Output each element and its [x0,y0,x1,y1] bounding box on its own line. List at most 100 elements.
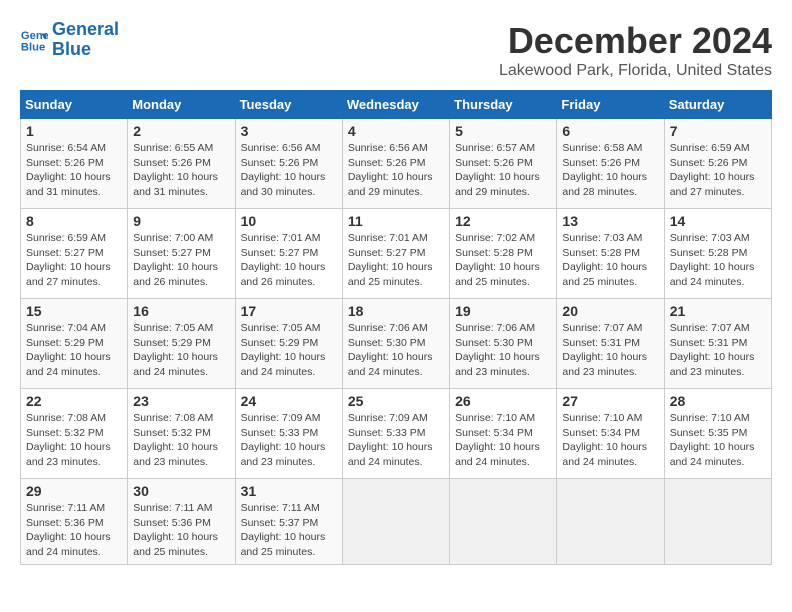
calendar-cell: 20Sunrise: 7:07 AM Sunset: 5:31 PM Dayli… [557,299,664,389]
calendar-cell: 9 Sunrise: 7:00 AM Sunset: 5:27 PM Daylig… [128,209,235,299]
day-info: Sunrise: 6:57 AM Sunset: 5:26 PM Dayligh… [455,141,551,200]
calendar-week-row: 29Sunrise: 7:11 AM Sunset: 5:36 PM Dayli… [21,479,772,565]
calendar-cell [664,479,771,565]
calendar-cell: 26Sunrise: 7:10 AM Sunset: 5:34 PM Dayli… [450,389,557,479]
day-info: Sunrise: 6:59 AM Sunset: 5:27 PM Dayligh… [26,231,122,290]
weekday-header: Wednesday [342,91,449,119]
calendar-cell: 12 Sunrise: 7:02 AM Sunset: 5:28 PM Dayli… [450,209,557,299]
calendar-cell: 28Sunrise: 7:10 AM Sunset: 5:35 PM Dayli… [664,389,771,479]
day-info: Sunrise: 7:06 AM Sunset: 5:30 PM Dayligh… [455,321,551,380]
day-info: Sunrise: 7:03 AM Sunset: 5:28 PM Dayligh… [670,231,766,290]
day-number: 11 [348,213,444,229]
weekday-header: Monday [128,91,235,119]
day-number: 20 [562,303,658,319]
weekday-header: Tuesday [235,91,342,119]
day-info: Sunrise: 7:08 AM Sunset: 5:32 PM Dayligh… [133,411,229,470]
day-number: 12 [455,213,551,229]
day-number: 27 [562,393,658,409]
weekday-header: Thursday [450,91,557,119]
calendar-table: SundayMondayTuesdayWednesdayThursdayFrid… [20,90,772,565]
weekday-header: Saturday [664,91,771,119]
day-info: Sunrise: 6:54 AM Sunset: 5:26 PM Dayligh… [26,141,122,200]
day-info: Sunrise: 7:08 AM Sunset: 5:32 PM Dayligh… [26,411,122,470]
calendar-cell: 4 Sunrise: 6:56 AM Sunset: 5:26 PM Daylig… [342,119,449,209]
calendar-cell [342,479,449,565]
calendar-week-row: 22Sunrise: 7:08 AM Sunset: 5:32 PM Dayli… [21,389,772,479]
day-info: Sunrise: 7:11 AM Sunset: 5:36 PM Dayligh… [26,501,122,560]
day-info: Sunrise: 7:03 AM Sunset: 5:28 PM Dayligh… [562,231,658,290]
header: General Blue GeneralBlue December 2024 L… [20,20,772,80]
day-info: Sunrise: 6:59 AM Sunset: 5:26 PM Dayligh… [670,141,766,200]
day-number: 14 [670,213,766,229]
day-number: 17 [241,303,337,319]
day-number: 15 [26,303,122,319]
calendar-cell: 18 Sunrise: 7:06 AM Sunset: 5:30 PM Dayli… [342,299,449,389]
calendar-cell: 3 Sunrise: 6:56 AM Sunset: 5:26 PM Daylig… [235,119,342,209]
day-number: 10 [241,213,337,229]
calendar-cell: 29Sunrise: 7:11 AM Sunset: 5:36 PM Dayli… [21,479,128,565]
calendar-cell: 21 Sunrise: 7:07 AM Sunset: 5:31 PM Dayli… [664,299,771,389]
day-number: 6 [562,123,658,139]
calendar-cell: 27 Sunrise: 7:10 AM Sunset: 5:34 PM Dayli… [557,389,664,479]
calendar-cell: 7 Sunrise: 6:59 AM Sunset: 5:26 PM Daylig… [664,119,771,209]
day-number: 3 [241,123,337,139]
day-info: Sunrise: 7:00 AM Sunset: 5:27 PM Dayligh… [133,231,229,290]
calendar-cell: 16Sunrise: 7:05 AM Sunset: 5:29 PM Dayli… [128,299,235,389]
day-number: 8 [26,213,122,229]
day-number: 31 [241,483,337,499]
calendar-cell: 31 Sunrise: 7:11 AM Sunset: 5:37 PM Dayli… [235,479,342,565]
calendar-cell: 25 Sunrise: 7:09 AM Sunset: 5:33 PM Dayli… [342,389,449,479]
svg-text:Blue: Blue [21,41,45,53]
weekday-header-row: SundayMondayTuesdayWednesdayThursdayFrid… [21,91,772,119]
day-info: Sunrise: 6:55 AM Sunset: 5:26 PM Dayligh… [133,141,229,200]
calendar-cell: 19 Sunrise: 7:06 AM Sunset: 5:30 PM Dayli… [450,299,557,389]
day-info: Sunrise: 7:11 AM Sunset: 5:36 PM Dayligh… [133,501,229,560]
day-number: 24 [241,393,337,409]
day-number: 2 [133,123,229,139]
title-section: December 2024 Lakewood Park, Florida, Un… [499,20,772,80]
calendar-cell: 15Sunrise: 7:04 AM Sunset: 5:29 PM Dayli… [21,299,128,389]
day-number: 13 [562,213,658,229]
day-number: 25 [348,393,444,409]
calendar-cell: 14 Sunrise: 7:03 AM Sunset: 5:28 PM Dayli… [664,209,771,299]
day-info: Sunrise: 6:56 AM Sunset: 5:26 PM Dayligh… [241,141,337,200]
calendar-subtitle: Lakewood Park, Florida, United States [499,62,772,80]
day-number: 18 [348,303,444,319]
day-info: Sunrise: 7:05 AM Sunset: 5:29 PM Dayligh… [133,321,229,380]
day-info: Sunrise: 7:02 AM Sunset: 5:28 PM Dayligh… [455,231,551,290]
day-number: 19 [455,303,551,319]
day-number: 30 [133,483,229,499]
day-number: 4 [348,123,444,139]
day-number: 21 [670,303,766,319]
day-info: Sunrise: 7:01 AM Sunset: 5:27 PM Dayligh… [241,231,337,290]
calendar-cell: 11Sunrise: 7:01 AM Sunset: 5:27 PM Dayli… [342,209,449,299]
logo: General Blue GeneralBlue [20,20,119,60]
calendar-cell: 17Sunrise: 7:05 AM Sunset: 5:29 PM Dayli… [235,299,342,389]
calendar-cell: 10 Sunrise: 7:01 AM Sunset: 5:27 PM Dayli… [235,209,342,299]
calendar-week-row: 8 Sunrise: 6:59 AM Sunset: 5:27 PM Daylig… [21,209,772,299]
logo-text: GeneralBlue [52,20,119,60]
day-info: Sunrise: 6:56 AM Sunset: 5:26 PM Dayligh… [348,141,444,200]
calendar-cell: 6Sunrise: 6:58 AM Sunset: 5:26 PM Daylig… [557,119,664,209]
day-info: Sunrise: 7:09 AM Sunset: 5:33 PM Dayligh… [348,411,444,470]
day-number: 23 [133,393,229,409]
calendar-cell: 5 Sunrise: 6:57 AM Sunset: 5:26 PM Daylig… [450,119,557,209]
day-info: Sunrise: 7:10 AM Sunset: 5:34 PM Dayligh… [455,411,551,470]
day-number: 5 [455,123,551,139]
day-number: 1 [26,123,122,139]
day-number: 7 [670,123,766,139]
calendar-cell: 8 Sunrise: 6:59 AM Sunset: 5:27 PM Daylig… [21,209,128,299]
calendar-cell: 22Sunrise: 7:08 AM Sunset: 5:32 PM Dayli… [21,389,128,479]
day-info: Sunrise: 7:06 AM Sunset: 5:30 PM Dayligh… [348,321,444,380]
day-number: 9 [133,213,229,229]
day-info: Sunrise: 7:07 AM Sunset: 5:31 PM Dayligh… [670,321,766,380]
calendar-cell: 24 Sunrise: 7:09 AM Sunset: 5:33 PM Dayli… [235,389,342,479]
calendar-cell [557,479,664,565]
day-info: Sunrise: 7:10 AM Sunset: 5:34 PM Dayligh… [562,411,658,470]
calendar-cell: 1 Sunrise: 6:54 AM Sunset: 5:26 PM Daylig… [21,119,128,209]
day-info: Sunrise: 7:09 AM Sunset: 5:33 PM Dayligh… [241,411,337,470]
calendar-cell: 23 Sunrise: 7:08 AM Sunset: 5:32 PM Dayli… [128,389,235,479]
calendar-cell [450,479,557,565]
weekday-header: Sunday [21,91,128,119]
day-info: Sunrise: 7:11 AM Sunset: 5:37 PM Dayligh… [241,501,337,560]
